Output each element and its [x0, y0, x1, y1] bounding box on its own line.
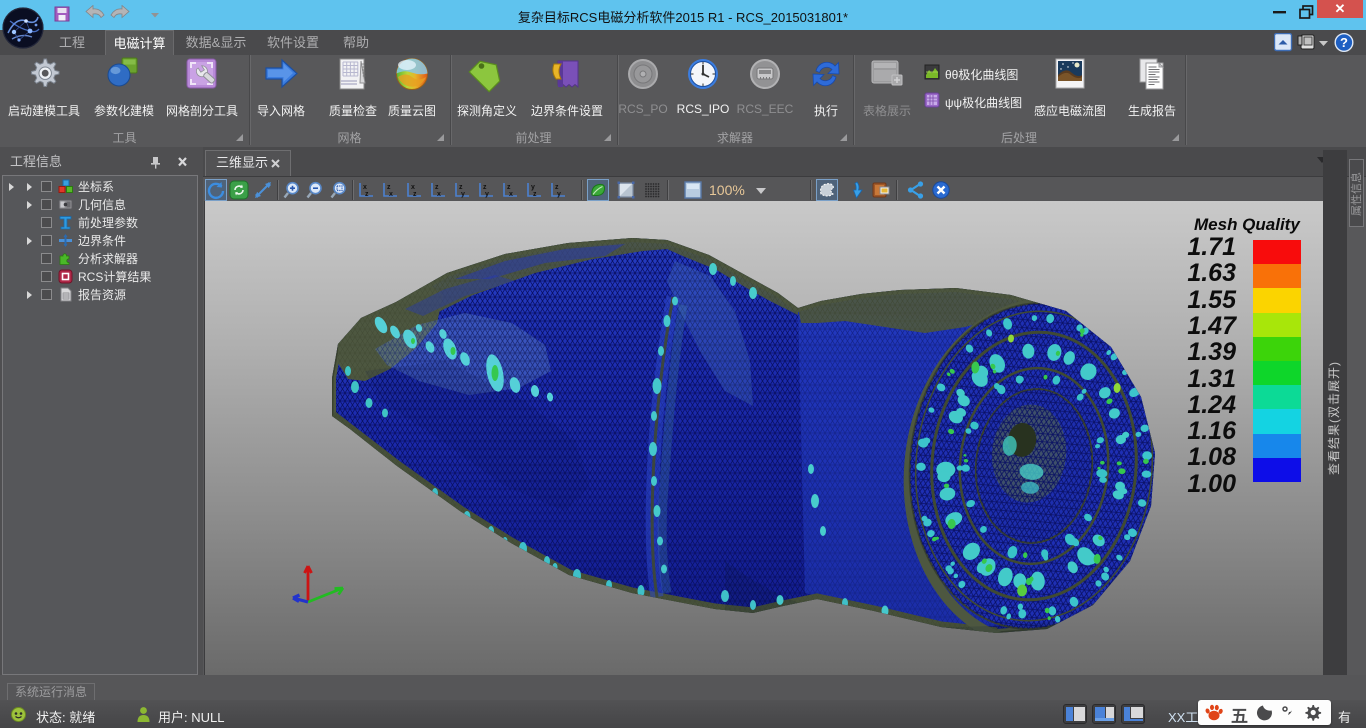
svg-text:y: y	[557, 191, 561, 198]
svg-text:z: z	[365, 191, 369, 198]
svg-text:?: ?	[1340, 35, 1348, 50]
svg-text:x: x	[411, 184, 415, 191]
svg-text:y: y	[461, 191, 465, 198]
svg-text:z: z	[507, 184, 511, 191]
svg-text:y: y	[485, 191, 489, 198]
svg-text:y: y	[531, 184, 535, 191]
svg-text:x: x	[509, 191, 513, 198]
svg-text:z: z	[459, 184, 463, 191]
svg-text:x: x	[437, 191, 441, 198]
svg-text:z: z	[435, 184, 439, 191]
svg-text:z: z	[387, 184, 391, 191]
svg-text:x: x	[389, 191, 393, 198]
svg-text:z: z	[483, 184, 487, 191]
svg-text:z: z	[533, 191, 537, 198]
svg-text:x: x	[363, 184, 367, 191]
svg-text:z: z	[555, 184, 559, 191]
svg-text:z: z	[413, 191, 417, 198]
